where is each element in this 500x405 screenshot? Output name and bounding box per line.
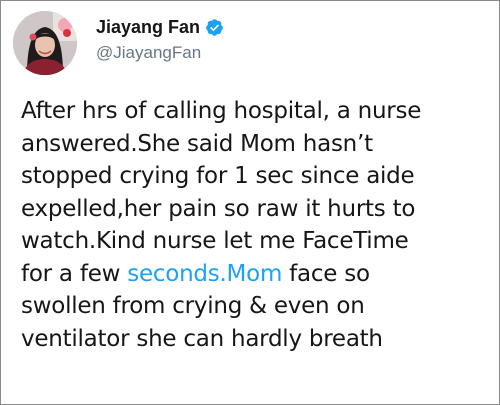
- tweet-line-segment: for a few: [21, 260, 128, 287]
- tweet-line: stopped crying for 1 sec since aide: [21, 163, 415, 189]
- tweet-line: expelled,her pain so raw it hurts to: [21, 195, 416, 222]
- user-handle[interactable]: @JiayangFan: [96, 43, 201, 63]
- avatar[interactable]: [13, 11, 77, 75]
- tweet-line: swollen from crying & even on: [21, 293, 365, 319]
- tweet-line-segment: face so: [282, 260, 370, 287]
- tweet-line: for a few seconds.Mom face so: [21, 258, 491, 291]
- author-row: Jiayang Fan: [96, 15, 224, 39]
- tweet-card: Jiayang Fan @JiayangFan After hrs of cal…: [0, 0, 500, 405]
- profile-photo: [13, 11, 77, 75]
- verified-badge-icon: [205, 18, 224, 37]
- tweet-line: ventilator she can hardly breath: [21, 325, 383, 352]
- tweet-line: answered.She said Mom hasn’t: [21, 130, 373, 157]
- tweet-text: After hrs of calling hospital, a nurse a…: [21, 95, 491, 355]
- tweet-line: After hrs of calling hospital, a nurse: [21, 98, 422, 124]
- display-name[interactable]: Jiayang Fan: [96, 17, 200, 38]
- tweet-line: watch.Kind nurse let me FaceTime: [21, 228, 409, 254]
- tweet-link[interactable]: seconds.Mom: [127, 261, 282, 287]
